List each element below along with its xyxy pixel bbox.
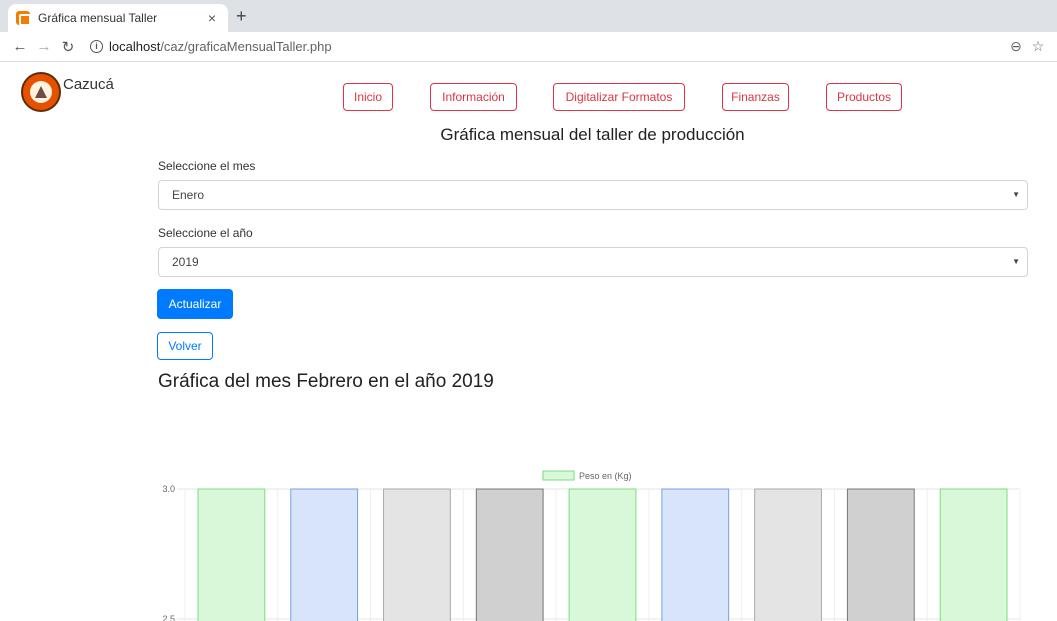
bar [383,488,451,621]
nav-finanzas[interactable]: Finanzas [722,83,789,111]
update-button[interactable]: Actualizar [157,289,233,319]
bookmark-star-icon[interactable]: ☆ [1027,38,1049,55]
bar [846,488,915,621]
url-host: localhost [109,39,161,54]
nav-informacion[interactable]: Información [430,83,517,111]
nav-digitalizar-formatos[interactable]: Digitalizar Formatos [553,83,685,111]
page-title: Gráfica mensual del taller de producción [440,125,745,144]
bar [475,488,544,621]
tab-title: Gráfica mensual Taller [38,11,158,25]
address-bar[interactable]: localhost/caz/graficaMensualTaller.php [109,39,1005,54]
zoom-icon[interactable]: ⊖ [1005,38,1027,55]
y-tick-label: 2.5 [162,614,175,621]
browser-tab[interactable]: Gráfica mensual Taller × [8,4,228,32]
year-select-value: 2019 [172,255,199,269]
month-select-value: Enero [172,188,205,202]
chevron-down-icon: ▼ [1012,190,1020,199]
close-tab-icon[interactable]: × [204,10,220,26]
chevron-down-icon: ▼ [1012,257,1020,266]
month-label: Seleccione el mes [158,159,256,173]
month-select[interactable]: Enero ▼ [158,180,1028,210]
year-label: Seleccione el año [158,226,253,240]
back-arrow-icon[interactable]: ← [8,38,32,55]
site-info-icon[interactable]: i [90,40,103,53]
url-path: /caz/graficaMensualTaller.php [160,39,332,54]
bar-chart: 3.0 2.5 Peso en (Kg) [162,470,1021,621]
bar [661,488,730,621]
forward-arrow-icon[interactable]: → [32,38,56,55]
legend-label: Peso en (Kg) [579,471,632,481]
bar [290,488,359,621]
reload-icon[interactable]: ↻ [56,38,80,56]
xampp-favicon-icon [16,11,31,26]
nav-productos[interactable]: Productos [826,83,902,111]
bar [939,488,1008,621]
page-content: Cazucá Inicio Información Digitalizar Fo… [0,62,1057,621]
back-button[interactable]: Volver [157,332,213,360]
chart-heading: Gráfica del mes Febrero en el año 2019 [158,371,494,392]
bar [568,488,637,621]
nav-inicio[interactable]: Inicio [343,83,393,111]
main-nav: Inicio Información Digitalizar Formatos … [0,83,1057,113]
new-tab-icon[interactable]: + [236,6,247,27]
browser-tabstrip: Gráfica mensual Taller × + [0,0,1057,32]
y-tick-label: 3.0 [162,484,175,494]
legend-swatch [542,470,575,481]
browser-toolbar: ← → ↻ i localhost/caz/graficaMensualTall… [0,32,1057,62]
year-select[interactable]: 2019 ▼ [158,247,1028,277]
bar [197,488,266,621]
bar [754,488,822,621]
